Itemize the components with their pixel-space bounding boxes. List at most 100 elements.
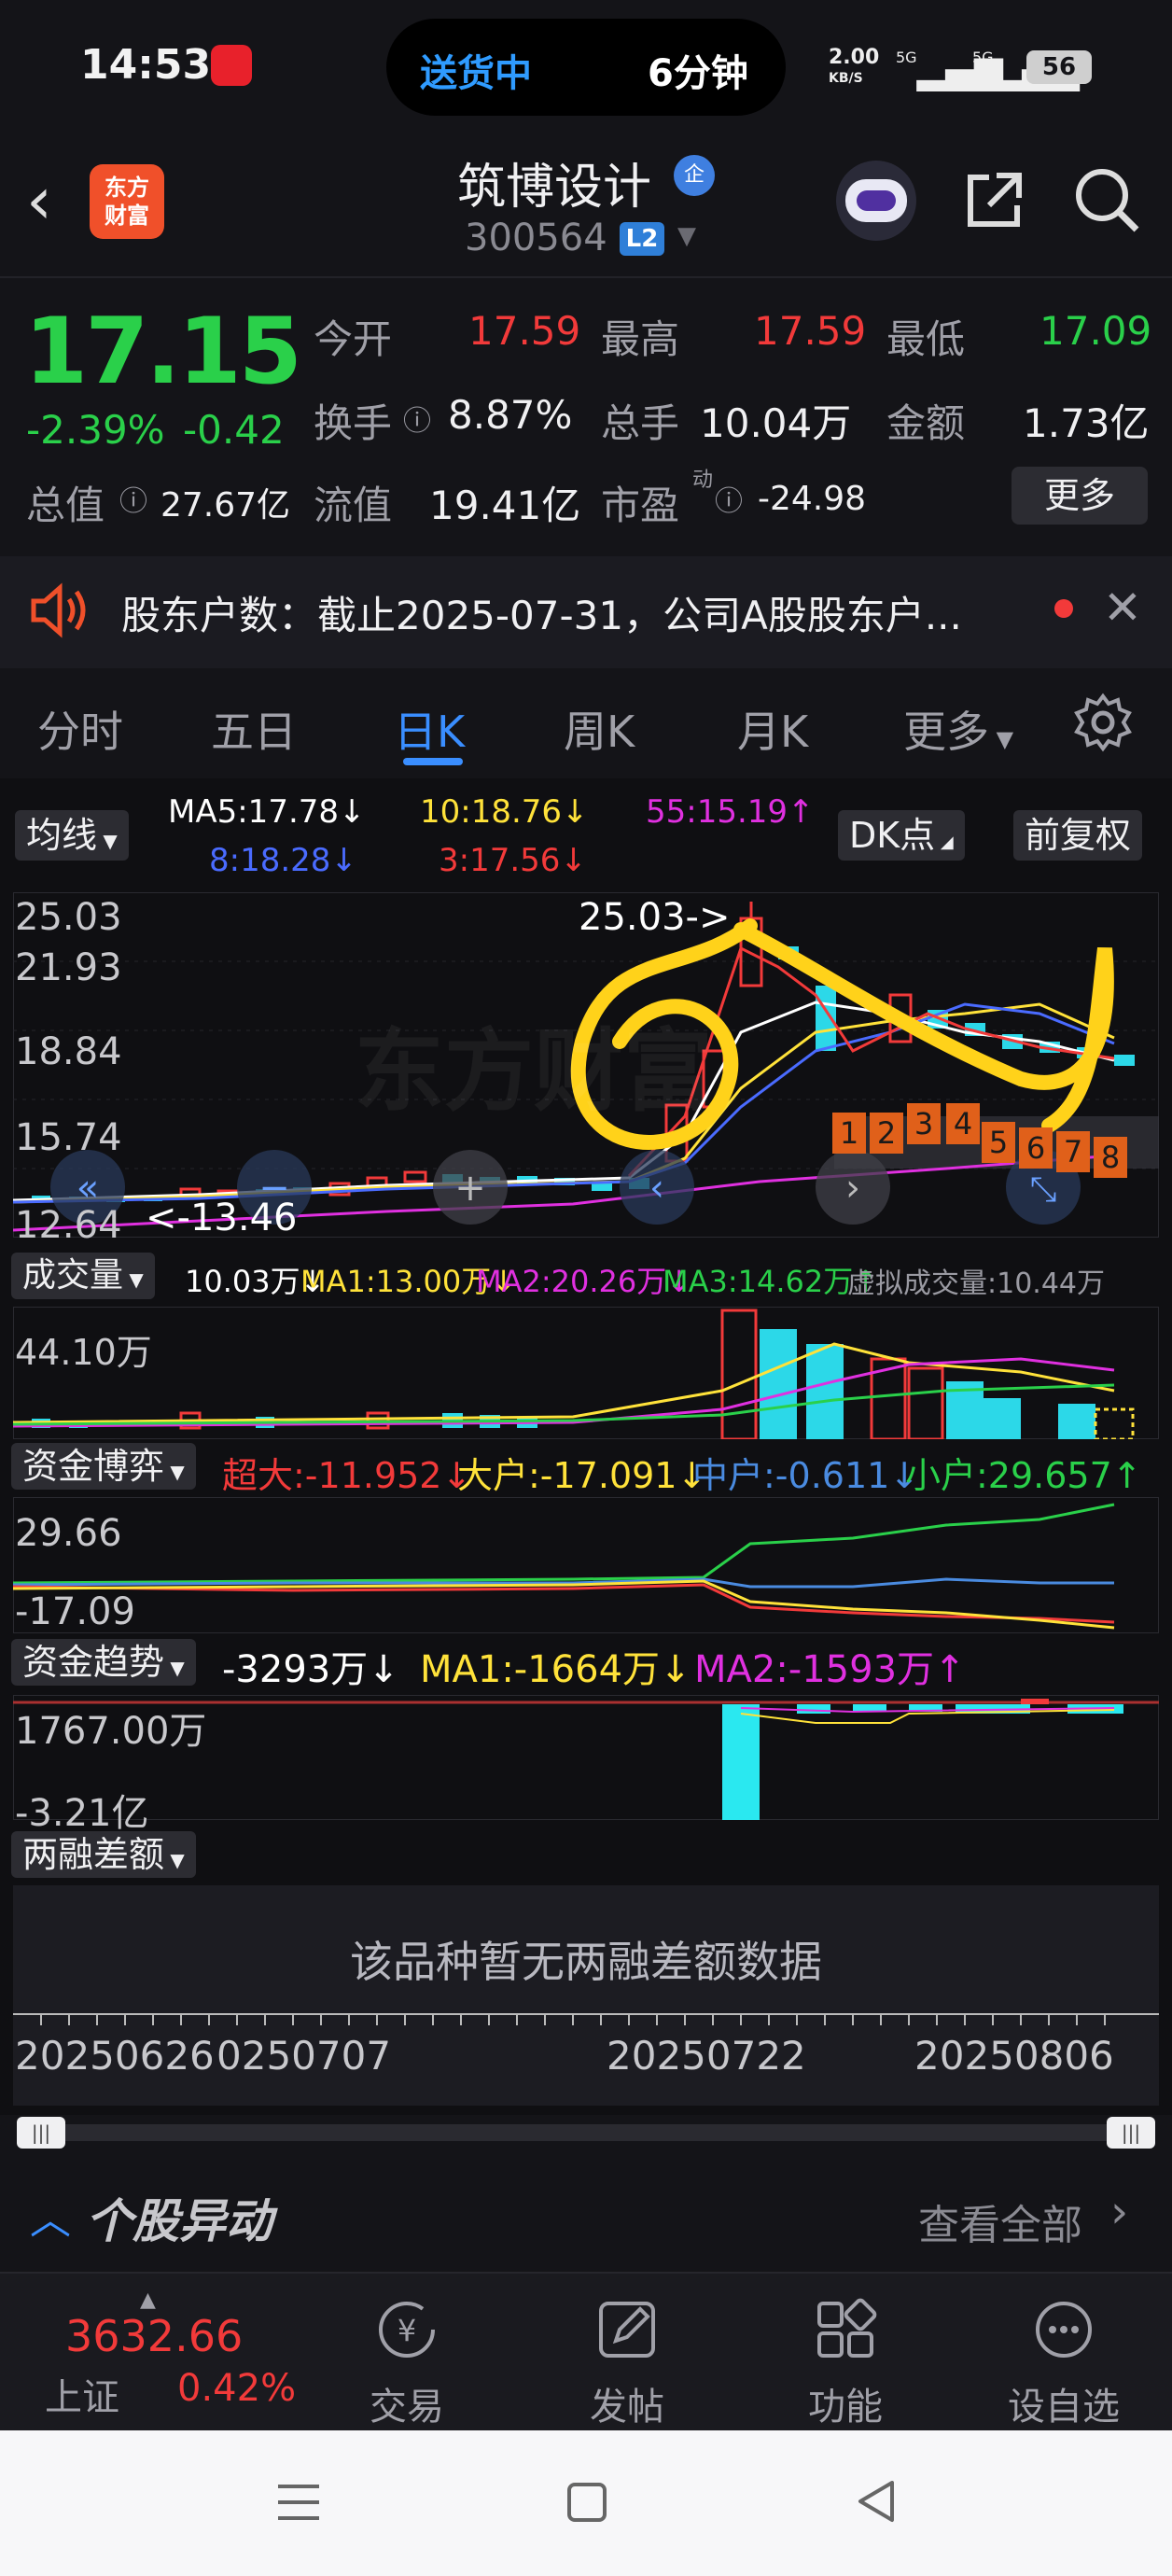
dk-count-badge: 6 [1019,1127,1053,1169]
post-icon[interactable] [593,2296,661,2363]
volume-chart[interactable] [13,1307,1159,1439]
more-quote-button[interactable]: 更多 [1012,467,1148,525]
low-label: 最低 [886,316,966,362]
svg-text:›: › [845,1167,860,1210]
dk-count-badge: 1 [832,1113,866,1154]
volume-indicator-selector[interactable]: 成交量 ▼ [11,1253,155,1299]
tab-more[interactable]: 更多 ▼ [903,698,1013,760]
unread-dot [1054,599,1073,618]
chevron-down-icon[interactable]: ▼ [677,222,696,250]
watermark: 东方财富 [355,1019,713,1124]
clock: 14:53 [80,41,212,89]
high-label: 最高 [601,316,680,362]
ma-selector[interactable]: 均线 ▼ [15,810,129,861]
pe-value: -24.98 [758,480,867,518]
home-icon[interactable] [564,2479,610,2526]
low-value: 17.09 [1039,308,1152,354]
index-value[interactable]: 3632.66 [65,2311,243,2361]
capital-game-y-top: 29.66 [15,1512,122,1555]
change-percent: -2.39% [26,407,165,453]
last-price: 17.15 [24,299,302,405]
search-icon[interactable] [1071,164,1142,235]
speaker-icon [31,582,86,638]
y-axis-label: 12.64 [15,1204,122,1247]
y-axis-label: 15.74 [15,1116,122,1159]
tab-daily-k[interactable]: 日K [394,698,465,760]
share-icon[interactable] [961,168,1026,233]
market-cap-value: 27.67亿 [160,486,291,525]
close-icon[interactable]: ✕ [1103,581,1142,635]
volume-value: 10.04万 [700,400,852,446]
capital-game-y-bottom: -17.09 [15,1590,135,1633]
ma5-label: MA5:17.78↓ [168,793,366,831]
capital-super: 超大:-11.952↓ [222,1455,472,1496]
svg-text:+: + [454,1167,486,1210]
level2-badge[interactable]: L2 [620,222,664,256]
back-nav-icon[interactable] [853,2477,900,2526]
info-icon[interactable]: ⓘ [715,478,743,519]
capital-game-chart[interactable] [13,1497,1159,1633]
date-label: 20250626 [15,2033,215,2079]
nav-functions-label[interactable]: 功能 [780,2376,911,2430]
watchlist-icon[interactable] [1030,2296,1097,2363]
tab-intraday[interactable]: 分时 [37,698,123,760]
dk-count-badge: 5 [982,1122,1015,1163]
volume-ma3: MA3:14.62万↑ [663,1264,879,1299]
high-marker: 25.03-> [579,896,731,939]
ma55-label: 55:15.19↑ [646,793,815,831]
settings-gear-icon[interactable] [1073,693,1133,752]
chevron-right-icon[interactable]: › [1110,2186,1128,2238]
network-speed: 2.00 KB/S [829,46,880,87]
dk-points-button[interactable]: DK点 ◢ [838,810,965,861]
range-slider-right-handle[interactable]: ||| [1107,2117,1155,2149]
high-value: 17.59 [754,308,867,354]
menu-icon[interactable] [274,2479,323,2526]
range-slider-left-handle[interactable]: ||| [17,2117,65,2149]
range-slider-track[interactable] [17,2124,1155,2141]
index-change[interactable]: 0.42% [177,2367,296,2410]
nav-trade-label[interactable]: 交易 [342,2376,472,2430]
stock-name: 筑博设计 [457,160,652,216]
adjust-mode-button[interactable]: 前复权 [1013,810,1143,861]
info-icon[interactable]: ⓘ [403,398,431,439]
capital-trend-ma1: MA1:-1664万↓ [420,1648,691,1691]
delivery-eta: 6分钟 [648,52,748,95]
capital-game-selector[interactable]: 资金博弈 ▼ [11,1443,196,1490]
svg-text:‹: ‹ [649,1167,664,1210]
capital-large: 大户:-17.091↓ [457,1455,707,1496]
open-label: 今开 [314,316,393,362]
dk-count-badge: 8 [1094,1137,1127,1178]
trade-icon[interactable]: ¥ [373,2296,440,2363]
functions-icon[interactable] [812,2296,879,2363]
ma10-label: 10:18.76↓ [420,793,589,831]
change-amount: -0.42 [183,407,285,453]
stock-movement-title: 个股异动 [86,2194,272,2248]
capital-trend-selector[interactable]: 资金趋势 ▼ [11,1639,196,1686]
tab-five-day[interactable]: 五日 [211,698,297,760]
date-label: 20250722 [607,2033,806,2079]
battery-icon: 56 [1026,50,1092,84]
margin-selector[interactable]: 两融差额 ▼ [11,1831,196,1878]
active-tab-indicator [403,758,463,765]
index-name[interactable]: 上证 [45,2367,119,2421]
chevron-up-icon[interactable]: ︿ [30,2186,71,2246]
caret-up-icon: ▲ [140,2289,156,2312]
back-button[interactable]: ‹ [26,168,52,233]
volume-y-label: 44.10万 [15,1332,152,1373]
notice-text[interactable]: 股东户数：截止2025-07-31，公司A股股东户... [121,584,962,641]
robot-eye [857,190,896,211]
ma8-label: 8:18.28↓ [209,842,357,879]
capital-trend-ma2: MA2:-1593万↑ [694,1648,966,1691]
tab-monthly-k[interactable]: 月K [737,698,808,760]
tab-weekly-k[interactable]: 周K [564,698,635,760]
turnover-value: 8.87% [448,392,573,438]
view-all-link[interactable]: 查看全部 [918,2191,1082,2251]
nav-post-label[interactable]: 发帖 [562,2376,692,2430]
stock-code: 300564 [465,217,607,259]
volume-ma2: MA2:20.26万↓ [476,1264,692,1299]
brand-logo: 东方 财富 [90,164,164,239]
amount-label: 金额 [886,400,966,446]
info-icon[interactable]: ⓘ [119,478,147,519]
dk-count-badge: 4 [946,1103,980,1144]
nav-watchlist-label[interactable]: 设自选 [998,2376,1129,2430]
